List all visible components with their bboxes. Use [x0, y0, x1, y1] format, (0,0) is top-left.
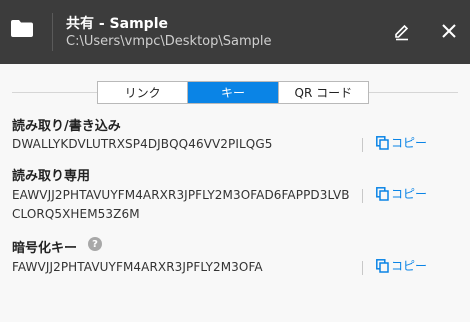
copy-read-write-button[interactable]: コピー [376, 134, 427, 151]
tab-key[interactable]: キー [188, 82, 279, 103]
encryption-key: FAWVJJ2PHTAVUYFM4ARXR3JPFLY2M3OFA [12, 260, 263, 274]
copy-label: コピー [391, 136, 428, 150]
copy-icon [376, 135, 389, 150]
copy-encryption-key-button[interactable]: コピー [376, 257, 427, 274]
edit-icon[interactable] [392, 21, 412, 41]
separator [362, 261, 363, 275]
tab-line-left [12, 92, 97, 93]
folder-path: C:\Users\vmpc\Desktop\Sample [66, 34, 272, 49]
tab-line-right [369, 92, 458, 93]
copy-label: コピー [391, 259, 428, 273]
read-only-key-line2: CLORQ5XHEM53Z6M [12, 207, 140, 221]
read-only-key-line1: EAWVJJ2PHTAVUYFM4ARXR3JPFLY2M3OFAD6FAPPD… [12, 188, 350, 202]
separator [362, 138, 363, 152]
separator [362, 189, 363, 203]
read-only-title: 読み取り専用 [12, 169, 91, 184]
tab-qr-code[interactable]: QR コード [279, 82, 368, 103]
header-divider [52, 13, 53, 51]
title-bar: 共有 - Sample C:\Users\vmpc\Desktop\Sample [0, 0, 470, 64]
copy-read-only-button[interactable]: コピー [376, 185, 427, 202]
read-write-title: 読み取り/書き込み [12, 119, 121, 134]
copy-label: コピー [391, 187, 428, 201]
copy-icon [376, 186, 389, 201]
close-icon[interactable] [440, 22, 458, 40]
tab-bar: リンク キー QR コード [97, 81, 369, 104]
help-icon[interactable]: ? [88, 237, 102, 251]
window-title: 共有 - Sample [66, 16, 168, 32]
tab-link[interactable]: リンク [98, 82, 189, 103]
folder-icon [11, 20, 33, 37]
encryption-key-title: 暗号化キー [12, 241, 78, 256]
copy-icon [376, 258, 389, 273]
read-write-key: DWALLYKDVLUTRXSP4DJBQQ46VV2PILQG5 [12, 137, 273, 151]
